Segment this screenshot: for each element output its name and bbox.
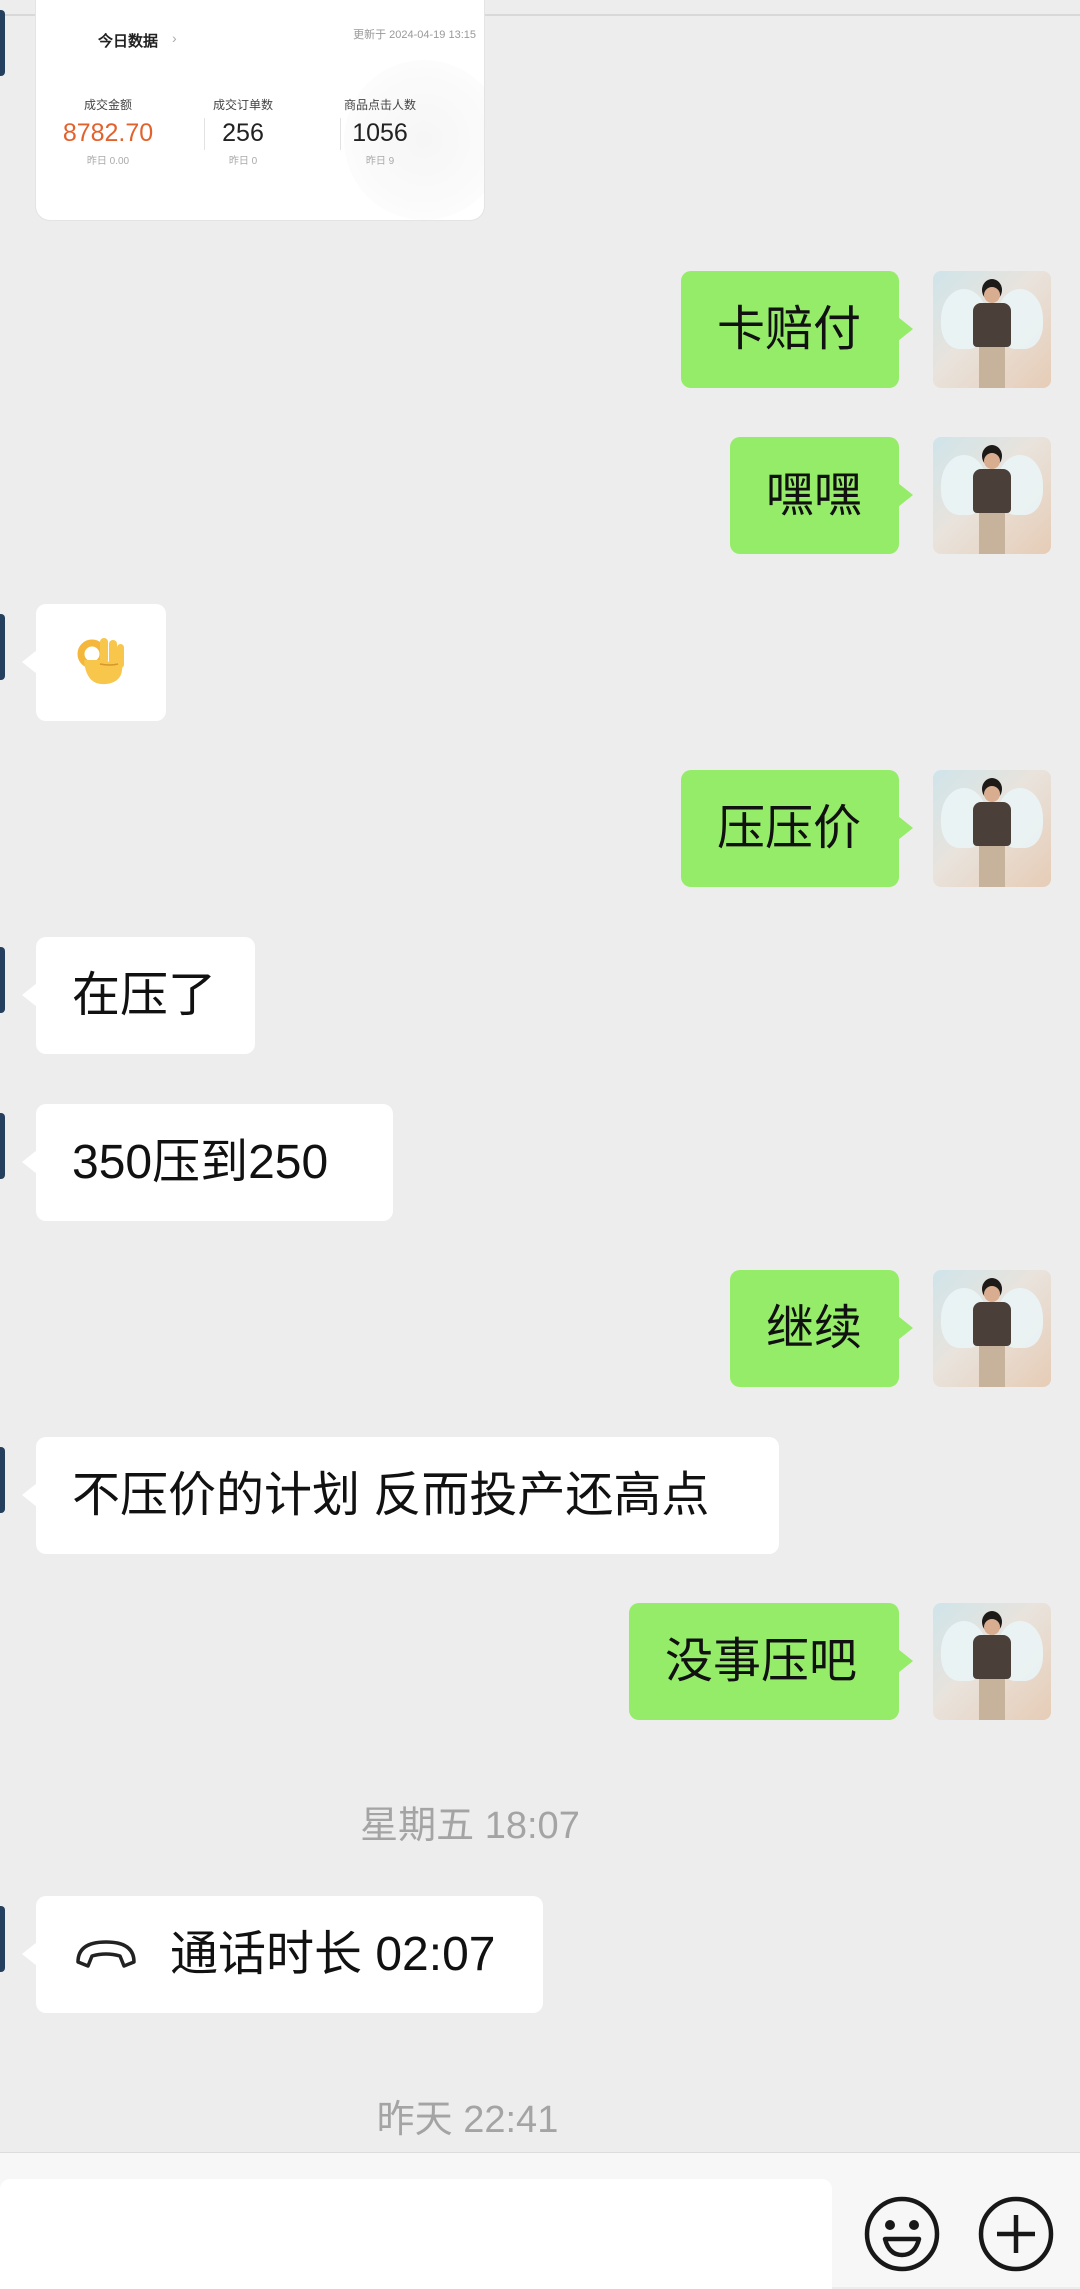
call-record-bubble[interactable]: 通话时长 02:07 [22,1896,543,2013]
stat-label: 商品点击人数 [343,98,416,112]
stat-label: 成交订单数 [212,98,273,112]
sender-avatar-edge[interactable] [0,947,5,1013]
stat-yesterday: 昨日 0.00 [86,156,130,167]
message-bubble-received[interactable]: 不压价的计划 反而投产还高点 [22,1437,779,1554]
sender-avatar-edge[interactable] [0,10,5,76]
sender-avatar-edge[interactable] [0,1447,5,1513]
message-bubble-sent[interactable]: 压压价 [681,770,913,887]
my-avatar[interactable] [933,1603,1051,1720]
plus-circle-icon[interactable] [977,2195,1055,2273]
stat-sales: 成交金额 8782.70 昨日 0.00 [43,96,173,167]
my-avatar[interactable] [933,770,1051,887]
my-avatar[interactable] [933,437,1051,554]
my-avatar[interactable] [933,271,1051,388]
message-bubble-sent[interactable]: 卡赔付 [681,271,913,388]
timestamp: 星期五 18:07 [360,1805,580,1847]
card-title: 今日数据 [98,33,159,50]
message-bubble-sent[interactable]: 继续 [730,1270,913,1387]
chevron-right-icon: › [172,30,177,46]
stat-yesterday: 昨日 9 [365,156,395,167]
message-bubble-sent[interactable]: 没事压吧 [629,1603,913,1720]
message-bubble-received[interactable]: 350压到250 [22,1104,393,1221]
message-input[interactable] [0,2179,832,2289]
message-bubble-sent[interactable]: 嘿嘿 [730,437,913,554]
stat-label: 成交金额 [83,98,132,112]
phone-hangup-icon [76,1940,136,1968]
my-avatar[interactable] [933,1270,1051,1387]
stat-clicks: 商品点击人数 1056 昨日 9 [315,96,445,167]
stat-value: 256 [222,119,264,147]
stat-orders: 成交订单数 256 昨日 0 [178,96,308,167]
sender-avatar-edge[interactable] [0,1906,5,1972]
chat-input-bar [0,2152,1080,2289]
stat-value: 1056 [352,119,408,147]
stat-value: 8782.70 [62,119,154,147]
ok-hand-emoji-icon [77,638,124,685]
sender-avatar-edge[interactable] [0,1113,5,1179]
call-duration-text: 通话时长 02:07 [170,1928,496,1981]
sender-avatar-edge[interactable] [0,614,5,680]
card-updated-time: 更新于 2024-04-19 13:15 [353,29,476,41]
stat-yesterday: 昨日 0 [228,156,258,167]
message-bubble-received[interactable]: 在压了 [22,937,255,1054]
timestamp: 昨天 22:41 [376,2099,559,2141]
shared-data-card[interactable]: 今日数据 › 更新于 2024-04-19 13:15 成交金额 8782.70… [36,0,484,220]
smiley-face-icon[interactable] [863,2195,941,2273]
